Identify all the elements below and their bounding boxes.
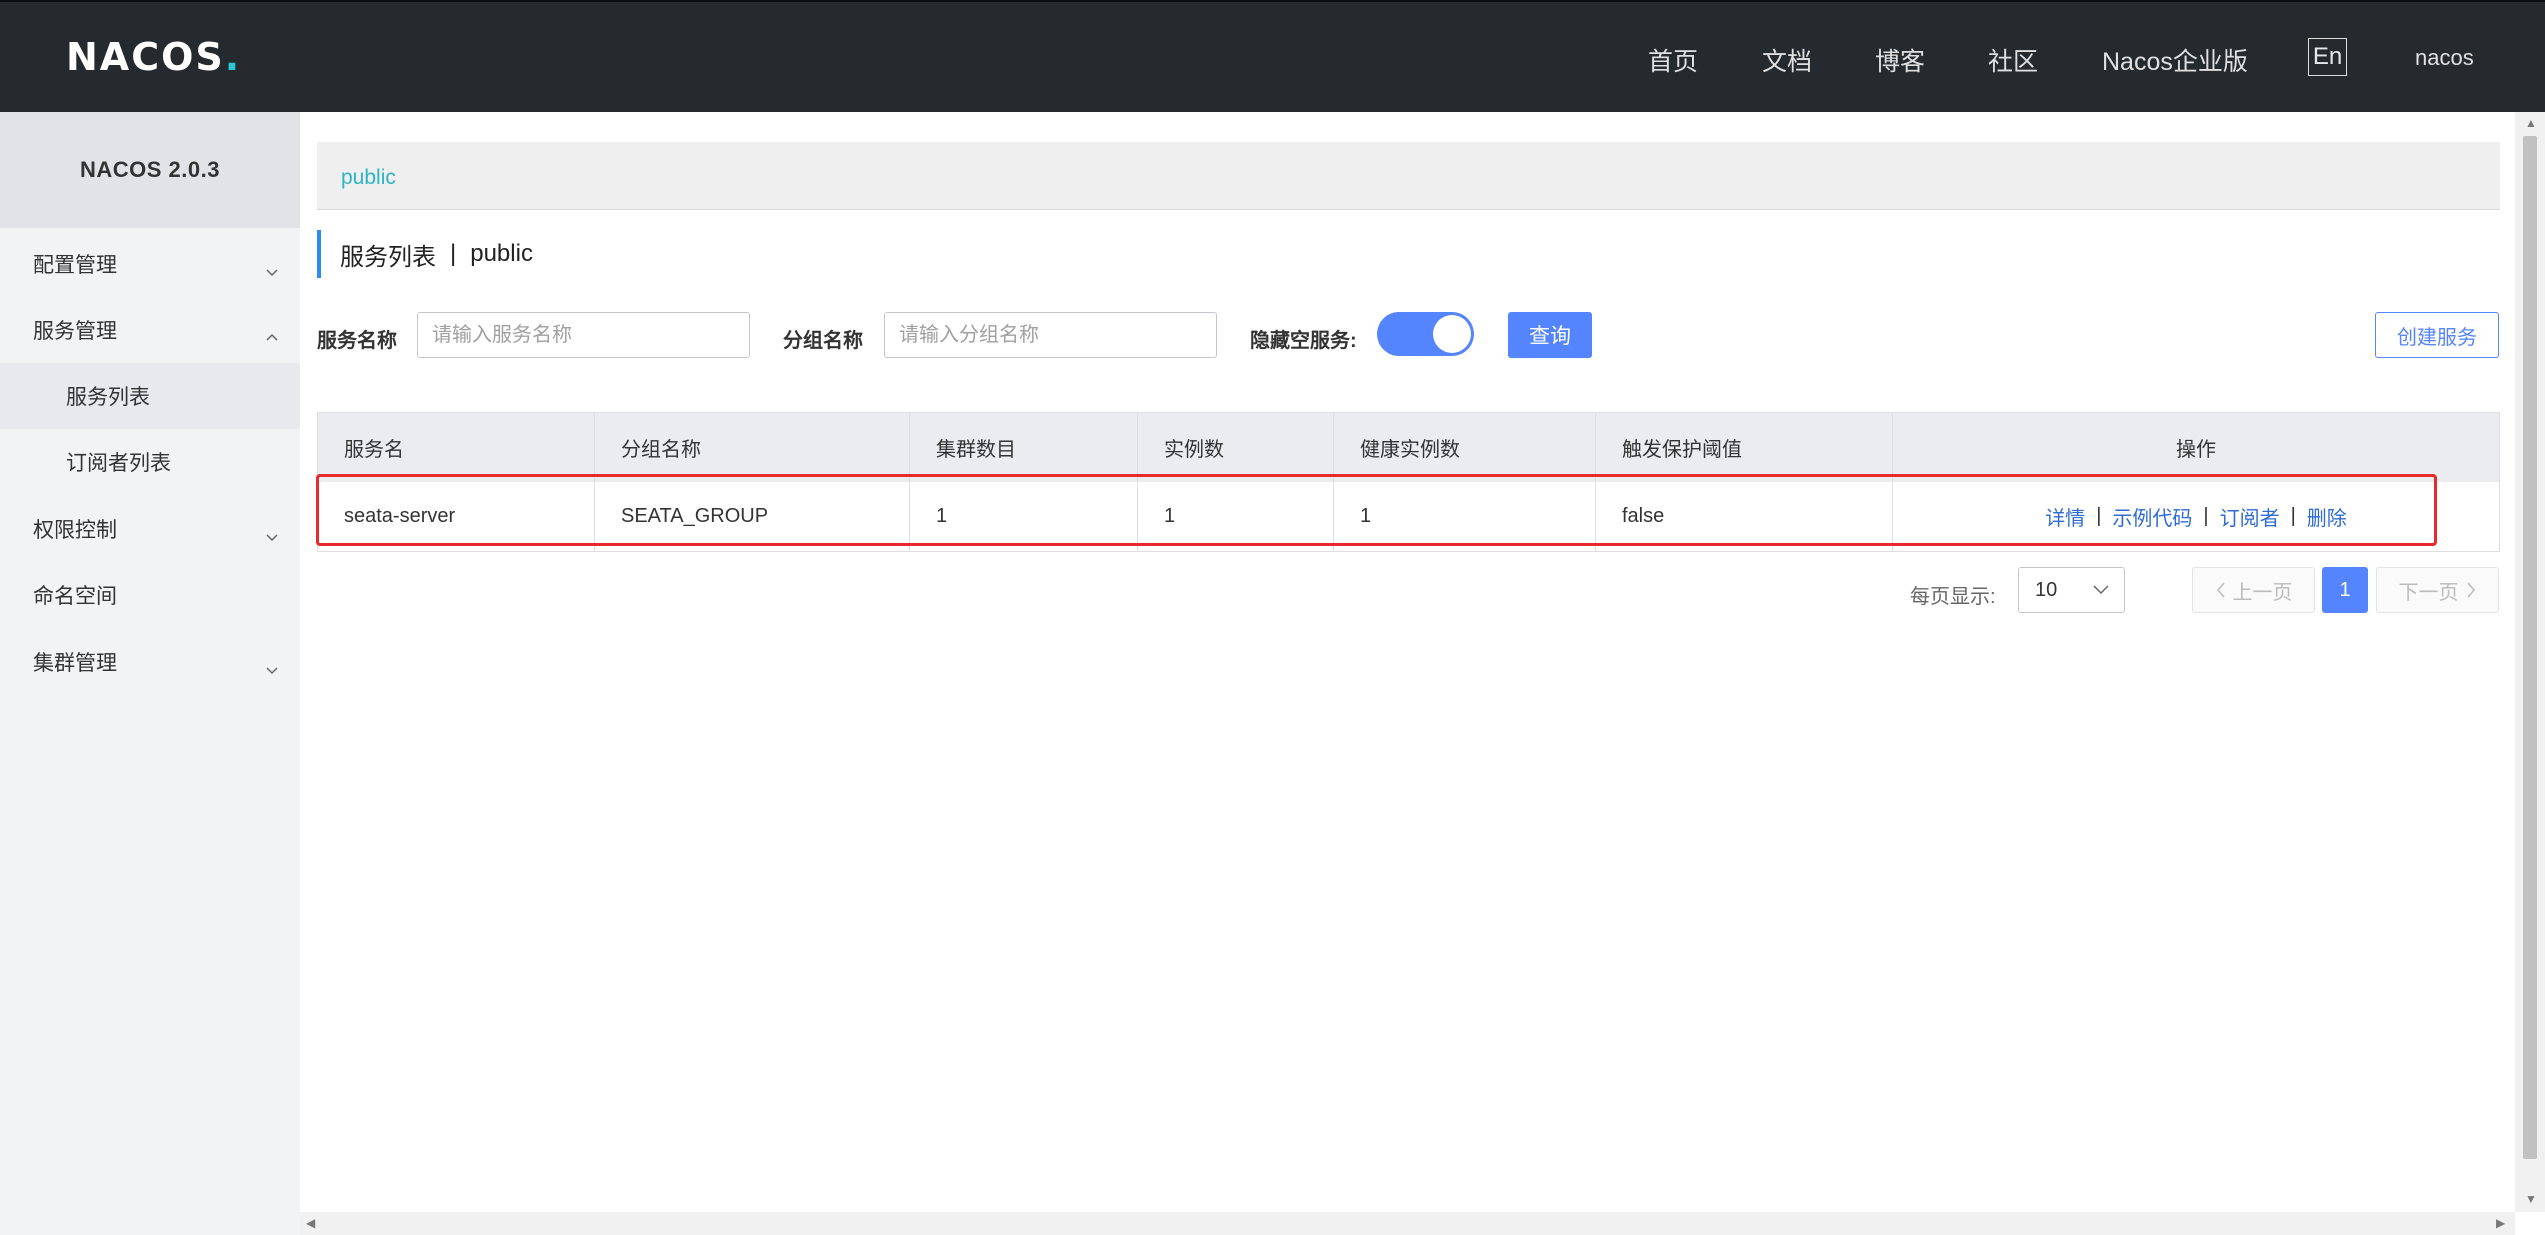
chevron-down-icon — [266, 534, 278, 542]
sidebar-item-label: 服务管理 — [33, 320, 117, 343]
cell-protect-threshold: false — [1596, 482, 1893, 551]
horizontal-scrollbar[interactable]: ◀ ▶ — [300, 1212, 2515, 1235]
sidebar-item-cluster-management[interactable]: 集群管理 — [0, 629, 300, 695]
cell-actions: 详情 | 示例代码 | 订阅者 | 删除 — [1893, 482, 2499, 551]
sidebar-item-label: 配置管理 — [33, 254, 117, 277]
nav-home[interactable]: 首页 — [1648, 42, 1698, 78]
prev-page-button[interactable]: 上一页 — [2192, 567, 2315, 613]
hide-empty-label: 隐藏空服务: — [1250, 330, 1357, 352]
scrollbar-thumb[interactable] — [2523, 136, 2537, 1159]
nav-docs[interactable]: 文档 — [1762, 42, 1812, 78]
nav-community[interactable]: 社区 — [1988, 42, 2038, 78]
cell-service-name: seata-server — [318, 482, 595, 551]
scroll-up-icon[interactable]: ▲ — [2525, 116, 2537, 130]
scroll-left-icon[interactable]: ◀ — [306, 1216, 315, 1230]
page-title-namespace: public — [470, 240, 533, 267]
service-name-label: 服务名称 — [317, 330, 397, 352]
sidebar-item-label: 订阅者列表 — [66, 452, 171, 475]
cell-instance-count: 1 — [1138, 482, 1334, 551]
chevron-down-icon — [2093, 585, 2109, 595]
page-size-value: 10 — [2035, 578, 2058, 601]
details-link[interactable]: 详情 — [2045, 502, 2085, 531]
cell-group-name: SEATA_GROUP — [595, 482, 910, 551]
column-header: 分组名称 — [595, 413, 910, 482]
table-row: seata-server SEATA_GROUP 1 1 1 false 详情 … — [318, 482, 2499, 551]
cell-cluster-count: 1 — [910, 482, 1138, 551]
chevron-left-icon — [2216, 582, 2225, 598]
nacos-logo[interactable]: NACOS. — [66, 35, 241, 79]
user-name[interactable]: nacos — [2415, 45, 2474, 71]
sidebar-item-label: 服务列表 — [66, 386, 150, 409]
page-size-label: 每页显示: — [1910, 586, 1996, 608]
column-header: 实例数 — [1138, 413, 1334, 482]
prev-page-label: 上一页 — [2232, 581, 2293, 604]
group-name-label: 分组名称 — [783, 330, 863, 352]
language-toggle-button[interactable]: En — [2308, 38, 2347, 76]
page-title-text: 服务列表 — [340, 243, 436, 271]
sidebar-item-service-management[interactable]: 服务管理 — [0, 297, 300, 363]
scroll-down-icon[interactable]: ▼ — [2525, 1192, 2537, 1206]
vertical-scrollbar[interactable]: ▲ ▼ — [2515, 112, 2545, 1212]
nav-blog[interactable]: 博客 — [1875, 42, 1925, 78]
next-page-label: 下一页 — [2398, 581, 2459, 604]
column-header: 集群数目 — [910, 413, 1138, 482]
page-1-button[interactable]: 1 — [2322, 567, 2368, 613]
service-name-input[interactable] — [417, 312, 750, 358]
create-service-button[interactable]: 创建服务 — [2375, 312, 2499, 358]
action-separator: | — [2096, 505, 2102, 527]
chevron-down-icon — [266, 269, 278, 277]
chevron-down-icon — [266, 667, 278, 675]
sidebar: NACOS 2.0.3 配置管理 服务管理 服务列表 订阅者列表 权限控制 命名… — [0, 112, 300, 1235]
next-page-button[interactable]: 下一页 — [2376, 567, 2499, 613]
delete-link[interactable]: 删除 — [2307, 502, 2347, 531]
sidebar-item-label: 集群管理 — [33, 652, 117, 675]
column-header: 健康实例数 — [1334, 413, 1596, 482]
cell-healthy-count: 1 — [1334, 482, 1596, 551]
chevron-up-icon — [266, 333, 278, 341]
nav-enterprise[interactable]: Nacos企业版 — [2102, 42, 2248, 78]
subscribers-link[interactable]: 订阅者 — [2220, 502, 2280, 531]
page-title: 服务列表 | public — [317, 230, 533, 278]
column-header: 服务名 — [318, 413, 595, 482]
sample-code-link[interactable]: 示例代码 — [2112, 502, 2192, 531]
query-button[interactable]: 查询 — [1508, 312, 1592, 358]
sidebar-item-service-list[interactable]: 服务列表 — [0, 363, 300, 429]
group-name-input[interactable] — [884, 312, 1217, 358]
sidebar-item-namespace[interactable]: 命名空间 — [0, 562, 300, 628]
toggle-knob — [1433, 315, 1471, 353]
sidebar-item-label: 权限控制 — [33, 519, 117, 542]
column-header: 触发保护阈值 — [1596, 413, 1893, 482]
version-title: NACOS 2.0.3 — [0, 112, 300, 228]
top-navbar: NACOS. 首页 文档 博客 社区 Nacos企业版 En nacos — [0, 0, 2545, 112]
sidebar-item-subscriber-list[interactable]: 订阅者列表 — [0, 429, 300, 495]
scroll-right-icon[interactable]: ▶ — [2496, 1216, 2505, 1230]
page-size-select[interactable]: 10 — [2018, 567, 2125, 613]
hide-empty-toggle[interactable] — [1377, 312, 1474, 356]
chevron-right-icon — [2466, 582, 2475, 598]
service-table: 服务名 分组名称 集群数目 实例数 健康实例数 触发保护阈值 操作 seata-… — [317, 412, 2500, 552]
action-separator: | — [2203, 505, 2209, 527]
sidebar-item-label: 命名空间 — [33, 585, 117, 608]
table-header-row: 服务名 分组名称 集群数目 实例数 健康实例数 触发保护阈值 操作 — [318, 413, 2499, 482]
sidebar-item-access-control[interactable]: 权限控制 — [0, 496, 300, 562]
title-separator: | — [450, 240, 457, 267]
sidebar-item-config-management[interactable]: 配置管理 — [0, 231, 300, 297]
main-content: public 服务列表 | public 服务名称 分组名称 隐藏空服务: 查询… — [300, 112, 2515, 1212]
namespace-bar: public — [317, 142, 2500, 210]
action-separator: | — [2290, 505, 2296, 527]
namespace-public-link[interactable]: public — [341, 166, 396, 190]
column-header: 操作 — [2176, 439, 2216, 461]
